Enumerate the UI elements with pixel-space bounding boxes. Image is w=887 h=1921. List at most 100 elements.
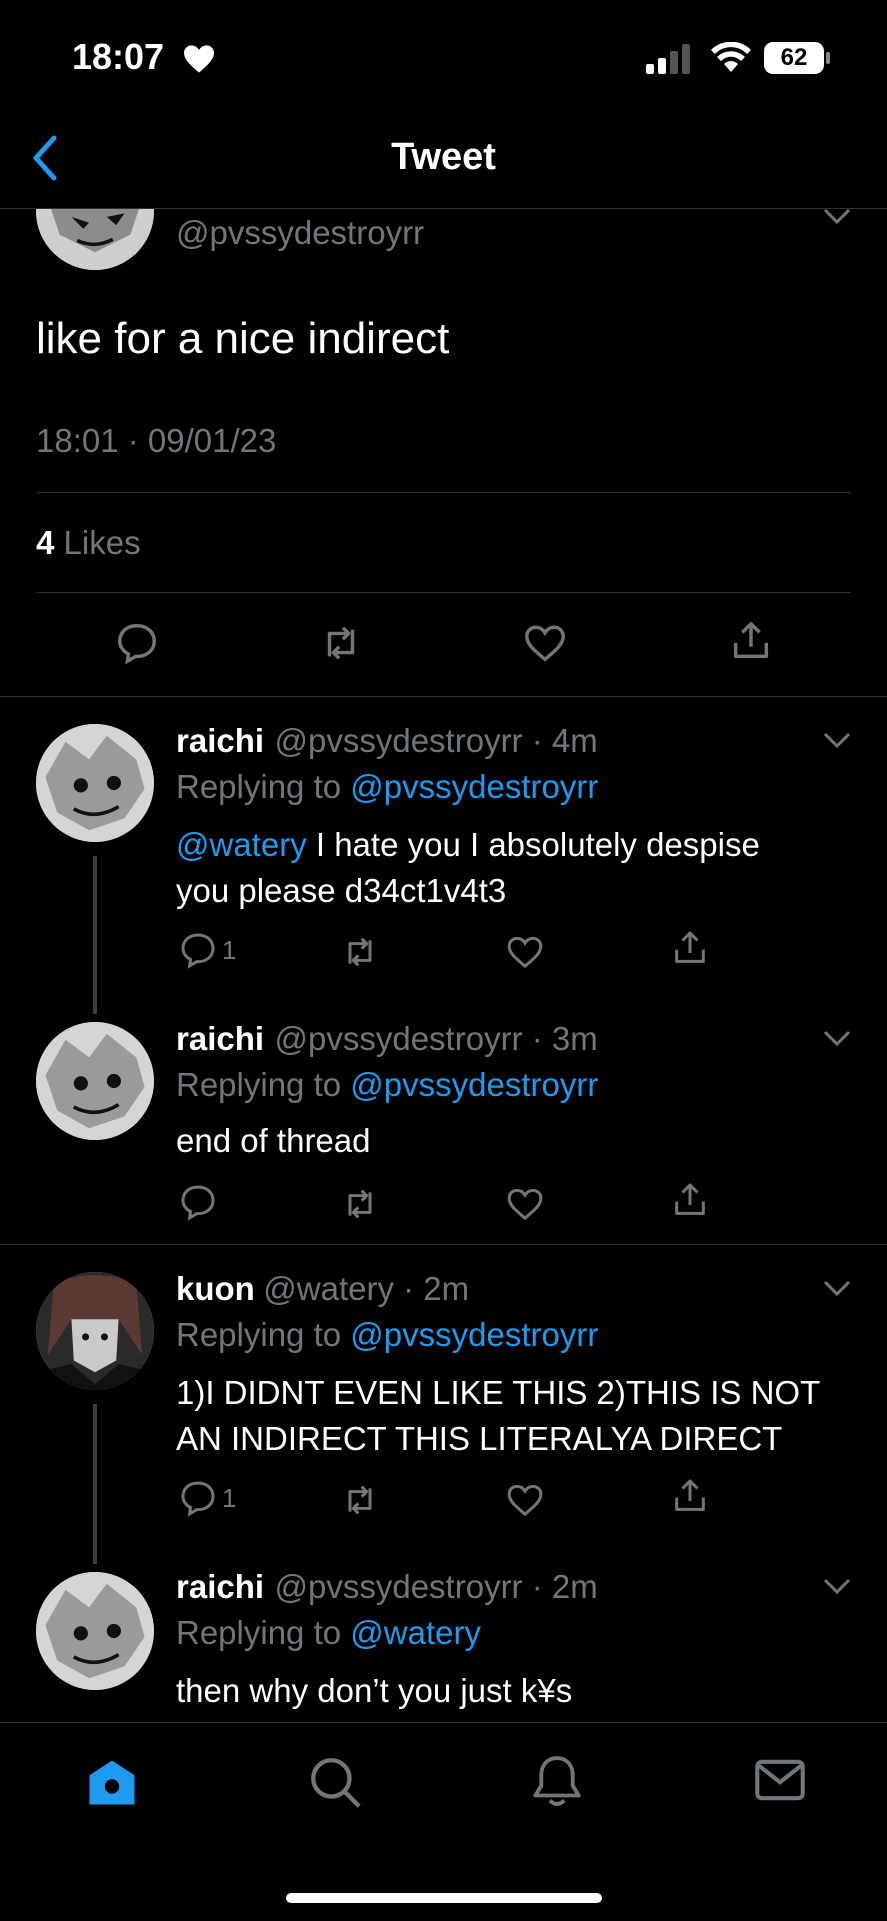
avatar[interactable]	[36, 1022, 154, 1140]
replying-to-handle[interactable]: @pvssydestroyrr	[350, 768, 598, 805]
main-tweet-text: like for a nice indirect	[36, 314, 450, 363]
avatar[interactable]	[36, 724, 154, 842]
header: Tweet	[0, 110, 887, 208]
avatar[interactable]	[36, 1572, 154, 1690]
reply-count: 1	[222, 1482, 237, 1513]
replying-prefix: Replying to	[176, 1316, 342, 1353]
share-icon	[675, 931, 705, 963]
reply-text: 1)I DIDNT EVEN LIKE THIS 2)THIS IS NOT A…	[176, 1370, 820, 1462]
status-bar: 18:07 62	[0, 0, 887, 110]
author-name[interactable]: kuon	[176, 1270, 255, 1307]
like-button[interactable]	[505, 1184, 545, 1224]
author-name[interactable]: raichi	[176, 1020, 264, 1057]
chevron-down-icon[interactable]	[822, 1028, 852, 1048]
reply-text: end of thread	[176, 1122, 371, 1159]
battery-cap	[826, 52, 830, 64]
author-meta: @pvssydestroyrr · 2m	[274, 1568, 598, 1605]
chevron-down-icon[interactable]	[822, 1576, 852, 1596]
reply-button[interactable]	[178, 1182, 218, 1222]
likes-count: 4	[36, 524, 55, 561]
envelope-icon	[755, 1759, 805, 1801]
retweet-button[interactable]	[340, 1184, 380, 1224]
reply-text-line1: I hate you I absolutely despise	[306, 826, 760, 863]
main-tweet-handle[interactable]: @pvssydestroyrr	[176, 214, 424, 252]
page-title: Tweet	[391, 136, 496, 178]
retweet-icon	[348, 1485, 372, 1515]
retweet-icon	[327, 626, 355, 660]
retweet-button[interactable]	[340, 932, 380, 972]
mention-link[interactable]: @watery	[176, 826, 307, 863]
likes-label: Likes	[63, 524, 141, 561]
tab-notifications[interactable]	[528, 1751, 586, 1816]
author-meta: @watery · 2m	[263, 1270, 470, 1307]
replying-to: Replying to @watery	[176, 1614, 481, 1652]
bell-icon	[533, 1756, 581, 1806]
replying-prefix: Replying to	[176, 1066, 342, 1103]
main-retweet-button[interactable]	[316, 620, 366, 666]
header-divider	[0, 208, 887, 209]
heart-status-icon	[182, 44, 216, 79]
reply-header: kuon @watery · 2m	[176, 1270, 469, 1308]
replying-to: Replying to @pvssydestroyrr	[176, 1066, 598, 1104]
share-button[interactable]	[670, 928, 710, 968]
retweet-button[interactable]	[340, 1480, 380, 1520]
like-button[interactable]	[505, 932, 545, 972]
main-tweet-timestamp: 18:01 · 09/01/23	[36, 422, 277, 459]
reply-text-line1: 1)I DIDNT EVEN LIKE THIS 2)THIS IS NOT	[176, 1374, 821, 1411]
speech-bubble-icon	[181, 933, 215, 969]
author-name[interactable]: raichi	[176, 722, 264, 759]
speech-bubble-icon	[118, 624, 156, 665]
replying-to: Replying to @pvssydestroyrr	[176, 1316, 598, 1354]
signal-icon	[646, 44, 692, 79]
main-reply-button[interactable]	[114, 620, 160, 666]
heart-icon	[507, 1188, 543, 1221]
home-indicator	[286, 1893, 602, 1903]
thread-line	[93, 856, 97, 1014]
speech-bubble-icon	[181, 1185, 215, 1221]
battery-icon: 62	[764, 42, 824, 74]
divider	[36, 492, 851, 493]
avatar[interactable]	[36, 1272, 154, 1390]
reply-text: then why don’t you just k¥s	[176, 1672, 573, 1709]
heart-icon	[525, 625, 565, 662]
tab-home[interactable]	[84, 1755, 140, 1814]
reply-text-line2: AN INDIRECT THIS LITERALYA DIRECT	[176, 1420, 783, 1457]
share-icon	[733, 622, 769, 659]
reply-count: 1	[222, 934, 237, 965]
reply-header: raichi @pvssydestroyrr · 2m	[176, 1568, 598, 1606]
author-meta: @pvssydestroyrr · 4m	[274, 722, 598, 759]
divider	[0, 1244, 887, 1245]
divider	[0, 696, 887, 697]
replying-to-handle[interactable]: @pvssydestroyrr	[350, 1316, 598, 1353]
chevron-down-icon[interactable]	[822, 730, 852, 750]
replying-to: Replying to @pvssydestroyrr	[176, 768, 598, 806]
author-meta: @pvssydestroyrr · 3m	[274, 1020, 598, 1057]
replying-to-handle[interactable]: @watery	[350, 1614, 481, 1651]
reply-button[interactable]: 1	[178, 1478, 236, 1518]
thread-line	[93, 1404, 97, 1564]
main-like-button[interactable]	[522, 620, 568, 666]
share-icon	[675, 1479, 705, 1511]
chevron-down-icon[interactable]	[822, 1278, 852, 1298]
reply-header: raichi @pvssydestroyrr · 4m	[176, 722, 598, 760]
tab-bar	[0, 1722, 887, 1921]
heart-icon	[507, 1484, 543, 1517]
reply-header: raichi @pvssydestroyrr · 3m	[176, 1020, 598, 1058]
retweet-icon	[348, 1189, 372, 1219]
reply-button[interactable]: 1	[178, 930, 236, 970]
replying-to-handle[interactable]: @pvssydestroyrr	[350, 1066, 598, 1103]
replying-prefix: Replying to	[176, 1614, 342, 1651]
retweet-icon	[348, 937, 372, 967]
share-button[interactable]	[670, 1180, 710, 1220]
share-icon	[675, 1183, 705, 1215]
author-name[interactable]: raichi	[176, 1568, 264, 1605]
main-share-button[interactable]	[728, 616, 774, 666]
like-button[interactable]	[505, 1480, 545, 1520]
tab-search[interactable]	[306, 1753, 364, 1816]
home-icon	[89, 1760, 135, 1805]
share-button[interactable]	[670, 1476, 710, 1516]
chevron-down-icon[interactable]	[822, 206, 852, 226]
likes-summary[interactable]: 4 Likes	[36, 524, 141, 562]
tab-messages[interactable]	[752, 1755, 808, 1810]
status-time: 18:07	[72, 36, 165, 77]
